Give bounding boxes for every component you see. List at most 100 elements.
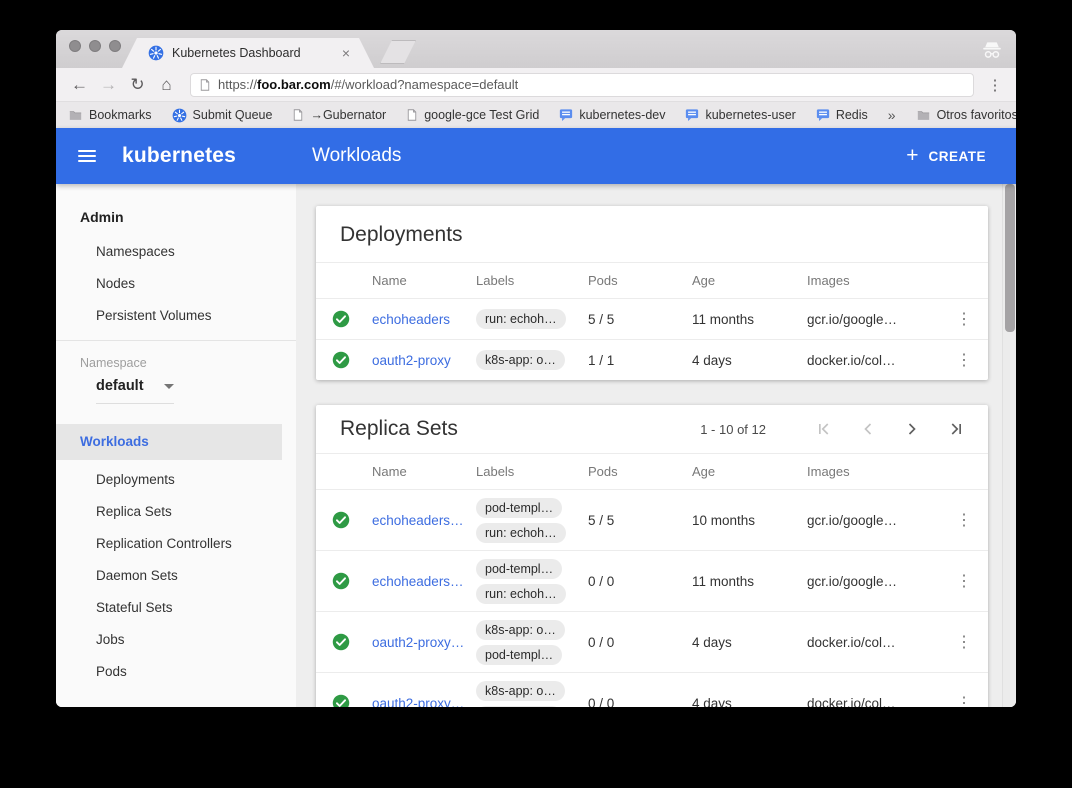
folder-icon bbox=[916, 109, 931, 122]
sidebar-item-workloads[interactable]: Workloads bbox=[56, 424, 282, 460]
bookmark-label: google-gce Test Grid bbox=[424, 108, 539, 122]
window-minimize-button[interactable] bbox=[89, 40, 101, 52]
namespace-select[interactable]: default bbox=[96, 378, 174, 404]
resource-link[interactable]: oauth2-proxy… bbox=[372, 696, 464, 708]
status-ok-icon bbox=[332, 633, 372, 651]
address-bar[interactable]: https://foo.bar.com/#/workload?namespace… bbox=[190, 73, 974, 97]
window-controls bbox=[69, 40, 121, 52]
pods-cell: 0 / 0 bbox=[588, 696, 692, 708]
resource-link[interactable]: echoheaders… bbox=[372, 513, 464, 528]
sidebar-item-stateful-sets[interactable]: Stateful Sets bbox=[56, 592, 296, 624]
hamburger-menu-icon[interactable] bbox=[78, 150, 96, 162]
row-menu-icon[interactable]: ⋮ bbox=[940, 693, 988, 707]
column-header-labels: Labels bbox=[476, 464, 588, 479]
chat-icon bbox=[816, 108, 830, 122]
bookmark-label: kubernetes-user bbox=[705, 108, 795, 122]
card-title: Deployments bbox=[340, 223, 964, 247]
sidebar-item-deployments[interactable]: Deployments bbox=[56, 464, 296, 496]
browser-menu-icon[interactable]: ⋮ bbox=[984, 76, 1006, 94]
plus-icon: + bbox=[906, 146, 918, 166]
row-menu-icon[interactable]: ⋮ bbox=[940, 571, 988, 591]
table-row: echoheaders run: echoh… 5 / 5 11 months … bbox=[316, 299, 988, 339]
pods-cell: 5 / 5 bbox=[588, 513, 692, 528]
kubernetes-icon bbox=[148, 45, 164, 61]
deployments-card: Deployments NameLabelsPodsAgeImages echo… bbox=[316, 206, 988, 380]
chevron-down-icon bbox=[164, 384, 174, 389]
bookmark-redis[interactable]: Redis bbox=[816, 108, 868, 122]
bookmarks-overflow-icon[interactable]: » bbox=[888, 107, 896, 123]
label-chip: run: echoh… bbox=[476, 523, 566, 543]
bookmark-google-gce-test-grid[interactable]: google-gce Test Grid bbox=[406, 108, 539, 122]
row-menu-icon[interactable]: ⋮ bbox=[940, 510, 988, 530]
first-page-icon[interactable] bbox=[814, 419, 834, 439]
card-title: Replica Sets bbox=[340, 417, 458, 441]
row-menu-icon[interactable]: ⋮ bbox=[940, 632, 988, 652]
card-header: Deployments bbox=[316, 206, 988, 262]
row-menu-icon[interactable]: ⋮ bbox=[940, 350, 988, 370]
column-header-labels: Labels bbox=[476, 273, 588, 288]
bookmark-otros-favoritos[interactable]: Otros favoritos bbox=[916, 108, 1016, 122]
sidebar-item-daemon-sets[interactable]: Daemon Sets bbox=[56, 560, 296, 592]
forward-icon[interactable]: → bbox=[95, 72, 122, 98]
sidebar-item-persistent-volumes[interactable]: Persistent Volumes bbox=[56, 300, 296, 332]
column-header-name: Name bbox=[372, 464, 476, 479]
card-header: Replica Sets 1 - 10 of 12 bbox=[316, 405, 988, 453]
page-icon bbox=[292, 108, 304, 122]
scrollbar[interactable] bbox=[1002, 184, 1016, 707]
replica-sets-card: Replica Sets 1 - 10 of 12 NameLab bbox=[316, 405, 988, 707]
main-area: Admin NamespacesNodesPersistent Volumes … bbox=[56, 184, 1016, 707]
page-title: Workloads bbox=[312, 145, 401, 167]
sidebar-item-jobs[interactable]: Jobs bbox=[56, 624, 296, 656]
browser-tab[interactable]: Kubernetes Dashboard × bbox=[122, 38, 374, 68]
previous-page-icon[interactable] bbox=[858, 419, 878, 439]
bookmark-bookmarks[interactable]: Bookmarks bbox=[68, 108, 152, 122]
table-row: oauth2-proxy k8s-app: o… 1 / 1 4 days do… bbox=[316, 339, 988, 380]
tab-title: Kubernetes Dashboard bbox=[172, 46, 334, 60]
window-close-button[interactable] bbox=[69, 40, 81, 52]
last-page-icon[interactable] bbox=[946, 419, 966, 439]
sidebar-item-pods[interactable]: Pods bbox=[56, 656, 296, 688]
resource-link[interactable]: oauth2-proxy… bbox=[372, 635, 464, 650]
new-tab-button[interactable] bbox=[380, 40, 416, 64]
age-cell: 4 days bbox=[692, 635, 807, 650]
page-icon bbox=[199, 78, 211, 92]
app-header: kubernetes Workloads + CREATE bbox=[56, 128, 1016, 184]
sidebar-item-nodes[interactable]: Nodes bbox=[56, 268, 296, 300]
resource-link[interactable]: oauth2-proxy bbox=[372, 353, 451, 368]
next-page-icon[interactable] bbox=[902, 419, 922, 439]
browser-toolbar: ← → ↻ ⌂ https://foo.bar.com/#/workload?n… bbox=[56, 68, 1016, 101]
label-chip: k8s-app: o… bbox=[476, 350, 565, 370]
bookmark-submit-queue[interactable]: Submit Queue bbox=[172, 108, 273, 123]
resource-link[interactable]: echoheaders… bbox=[372, 574, 464, 589]
page-icon bbox=[406, 108, 418, 122]
table-header: NameLabelsPodsAgeImages bbox=[316, 262, 988, 299]
namespace-value: default bbox=[96, 378, 144, 394]
reload-icon[interactable]: ↻ bbox=[124, 72, 151, 98]
sidebar-item-replica-sets[interactable]: Replica Sets bbox=[56, 496, 296, 528]
bookmark-kubernetes-dev[interactable]: kubernetes-dev bbox=[559, 108, 665, 122]
bookmark-gubernator[interactable]: →Gubernator bbox=[292, 108, 386, 122]
window-zoom-button[interactable] bbox=[109, 40, 121, 52]
images-cell: docker.io/col… bbox=[807, 635, 940, 650]
labels-cell: k8s-app: o…pod-templ… bbox=[476, 674, 588, 708]
sidebar-item-replication-controllers[interactable]: Replication Controllers bbox=[56, 528, 296, 560]
back-icon[interactable]: ← bbox=[66, 72, 93, 98]
table-row: echoheaders… pod-templ…run: echoh… 0 / 0… bbox=[316, 550, 988, 611]
bookmark-kubernetes-user[interactable]: kubernetes-user bbox=[685, 108, 795, 122]
sidebar-item-namespaces[interactable]: Namespaces bbox=[56, 236, 296, 268]
sidebar: Admin NamespacesNodesPersistent Volumes … bbox=[56, 184, 296, 707]
sidebar-item-admin[interactable]: Admin bbox=[56, 198, 296, 236]
age-cell: 11 months bbox=[692, 312, 807, 327]
table-row: echoheaders… pod-templ…run: echoh… 5 / 5… bbox=[316, 490, 988, 550]
column-header-age: Age bbox=[692, 273, 807, 288]
resource-link[interactable]: echoheaders bbox=[372, 312, 450, 327]
scrollbar-thumb[interactable] bbox=[1005, 184, 1015, 332]
table-body: echoheaders run: echoh… 5 / 5 11 months … bbox=[316, 299, 988, 380]
home-icon[interactable]: ⌂ bbox=[153, 72, 180, 98]
status-ok-icon bbox=[332, 572, 372, 590]
folder-icon bbox=[68, 109, 83, 122]
create-button[interactable]: + CREATE bbox=[906, 146, 986, 166]
row-menu-icon[interactable]: ⋮ bbox=[940, 309, 988, 329]
namespace-label: Namespace bbox=[56, 356, 296, 370]
tab-close-icon[interactable]: × bbox=[342, 46, 350, 60]
